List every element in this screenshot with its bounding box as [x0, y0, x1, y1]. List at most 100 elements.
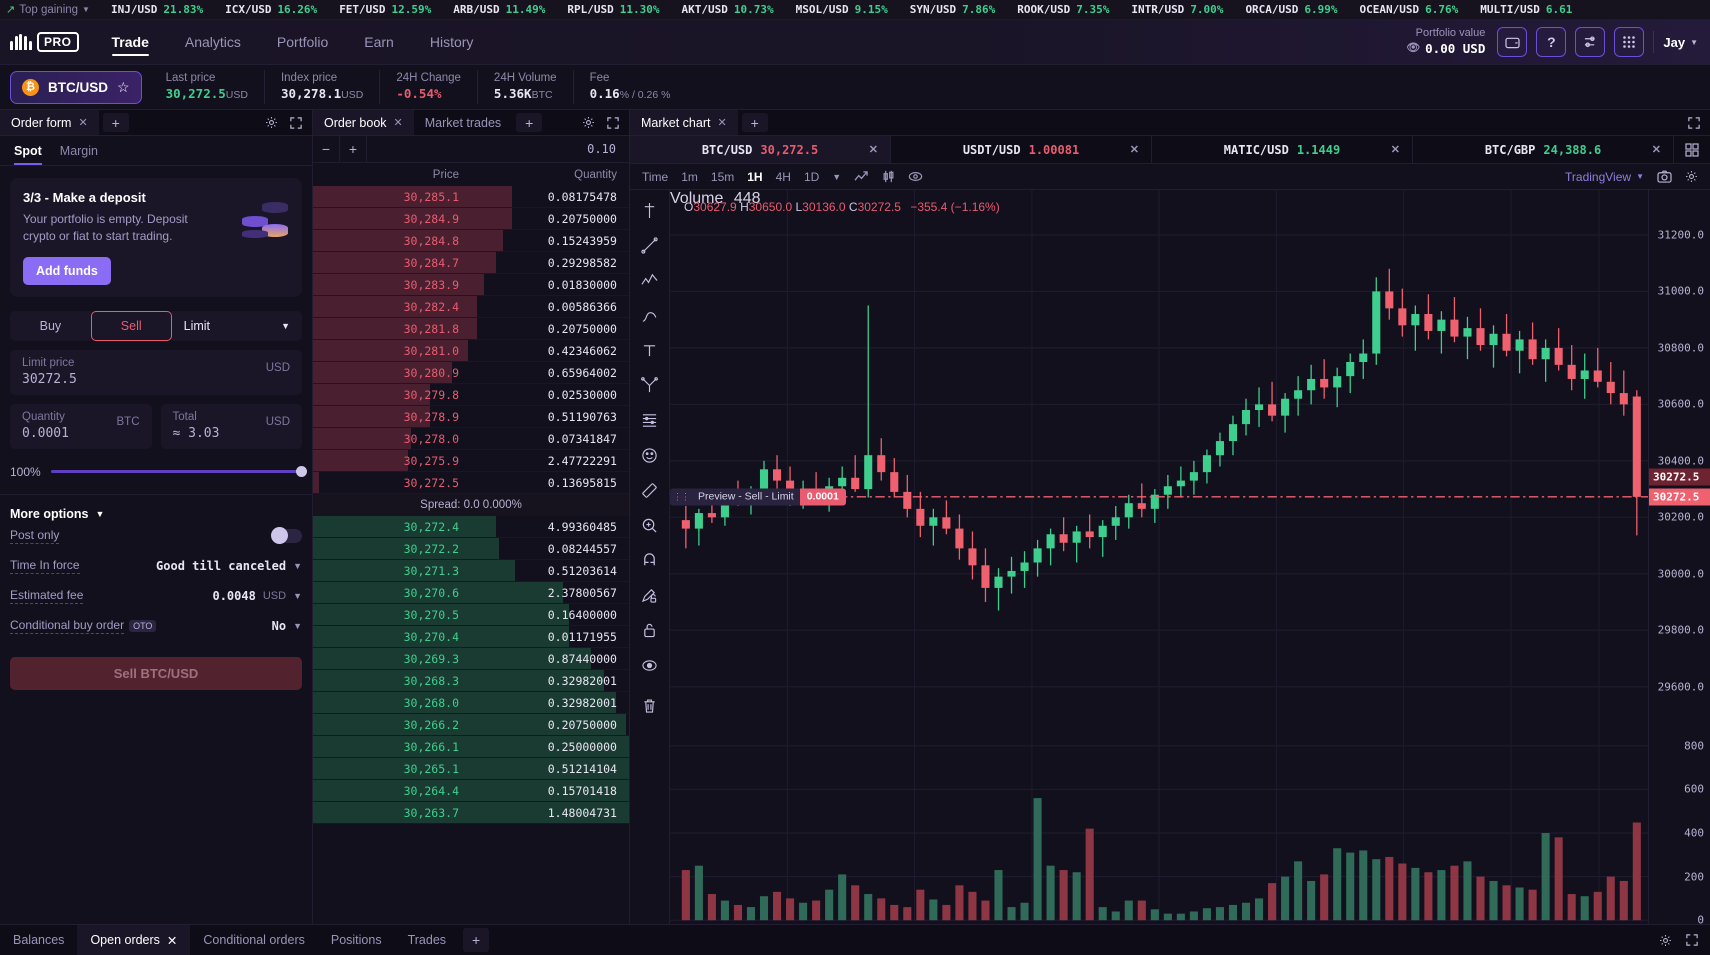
order-book-row[interactable]: 30,268.3 0.32982001 [313, 670, 629, 692]
tab-order-form[interactable]: Order form ✕ [0, 110, 99, 135]
add-funds-button[interactable]: Add funds [23, 256, 111, 285]
subtab-spot[interactable]: Spot [14, 136, 42, 165]
nav-item-portfolio[interactable]: Portfolio [260, 20, 345, 64]
chart-pair-tab[interactable]: MATIC/USD 1.1449 ✕ [1152, 136, 1413, 163]
ticker-item[interactable]: INJ/USD 21.83% [100, 3, 214, 16]
ticker-item[interactable]: INTR/USD 7.00% [1120, 3, 1234, 16]
order-book-row[interactable]: 30,266.2 0.20750000 [313, 714, 629, 736]
order-book-row[interactable]: 30,278.9 0.51190763 [313, 406, 629, 428]
post-only-toggle[interactable] [271, 526, 302, 544]
hide-drawings-icon[interactable] [636, 651, 664, 679]
ticker-item[interactable]: MSOL/USD 9.15% [785, 3, 899, 16]
ticker-item[interactable]: RPL/USD 11.30% [556, 3, 670, 16]
wallet-icon[interactable] [1497, 27, 1528, 57]
chevron-down-icon[interactable]: ▼ [293, 621, 302, 631]
fib-retracement-icon[interactable] [636, 406, 664, 434]
bottom-tab-balances[interactable]: Balances [0, 925, 77, 955]
quantity-field[interactable]: Quantity 0.0001 BTC [10, 403, 152, 449]
settings-sliders-icon[interactable] [1575, 27, 1606, 57]
chart-pair-tab[interactable]: BTC/GBP 24,388.6 ✕ [1413, 136, 1674, 163]
order-book-row[interactable]: 30,270.5 0.16400000 [313, 604, 629, 626]
timeframe-1H[interactable]: 1H [747, 170, 762, 184]
gear-icon[interactable] [265, 116, 278, 129]
order-book-row[interactable]: 30,268.0 0.32982001 [313, 692, 629, 714]
order-book-row[interactable]: 30,284.9 0.20750000 [313, 208, 629, 230]
gear-icon[interactable] [582, 116, 595, 129]
close-icon[interactable]: ✕ [1130, 143, 1139, 156]
nav-item-trade[interactable]: Trade [95, 20, 166, 64]
nav-item-analytics[interactable]: Analytics [168, 20, 258, 64]
tab-market-chart[interactable]: Market chart ✕ [630, 110, 738, 135]
order-book-row[interactable]: 30,282.4 0.00586366 [313, 296, 629, 318]
chevron-down-icon[interactable]: ▼ [293, 591, 302, 601]
ticker-item[interactable]: AKT/USD 10.73% [671, 3, 785, 16]
add-tab-button[interactable]: + [516, 113, 543, 132]
bottom-tab-trades[interactable]: Trades [395, 925, 459, 955]
ticker-item[interactable]: ICX/USD 16.26% [214, 3, 328, 16]
order-book-row[interactable]: 30,275.9 2.47722291 [313, 450, 629, 472]
quantity-slider[interactable] [50, 466, 307, 478]
timeframe-15m[interactable]: 15m [711, 170, 734, 184]
submit-order-button[interactable]: Sell BTC/USD [10, 656, 302, 690]
user-menu[interactable]: Jay ▼ [1663, 35, 1698, 50]
close-icon[interactable]: ✕ [167, 933, 177, 948]
magnet-icon[interactable] [636, 546, 664, 574]
bottom-tab-conditional-orders[interactable]: Conditional orders [190, 925, 317, 955]
brush-icon[interactable] [636, 301, 664, 329]
ticker-item[interactable]: OCEAN/USD 6.76% [1349, 3, 1470, 16]
order-book-row[interactable]: 30,272.5 0.13695815 [313, 472, 629, 494]
timeframe-1D[interactable]: 1D [804, 170, 819, 184]
draw-lock-icon[interactable] [636, 581, 664, 609]
close-icon[interactable]: ✕ [78, 116, 87, 129]
kraken-pro-logo[interactable]: PRO [0, 32, 95, 52]
eye-icon[interactable]: 👁 [1406, 42, 1420, 56]
nav-item-earn[interactable]: Earn [347, 20, 411, 64]
order-book-row[interactable]: 30,283.9 0.01830000 [313, 274, 629, 296]
order-type-select[interactable]: Limit ▼ [171, 310, 303, 341]
pair-tabs-grid-icon[interactable] [1674, 136, 1710, 163]
more-options-toggle[interactable]: More options ▼ [0, 495, 312, 521]
order-book-row[interactable]: 30,270.6 2.37800567 [313, 582, 629, 604]
add-tab-button[interactable]: + [102, 113, 129, 132]
chevron-down-icon[interactable]: ▼ [293, 561, 302, 571]
candlestick-icon[interactable] [882, 170, 895, 183]
camera-icon[interactable] [1657, 170, 1672, 183]
gear-icon[interactable] [1685, 170, 1698, 183]
quantity-input[interactable]: 0.0001 [22, 426, 140, 441]
ticker-item[interactable]: ORCA/USD 6.99% [1234, 3, 1348, 16]
order-book-row[interactable]: 30,264.4 0.15701418 [313, 780, 629, 802]
order-book-row[interactable]: 30,271.3 0.51203614 [313, 560, 629, 582]
ticker-item[interactable]: ROOK/USD 7.35% [1006, 3, 1120, 16]
favorite-star-icon[interactable]: ☆ [117, 79, 130, 96]
tradingview-selector[interactable]: TradingView ▼ [1565, 170, 1644, 184]
order-book-row[interactable]: 30,269.3 0.87440000 [313, 648, 629, 670]
order-book-row[interactable]: 30,281.0 0.42346062 [313, 340, 629, 362]
nav-item-history[interactable]: History [413, 20, 491, 64]
total-field[interactable]: Total ≈ 3.03 USD [160, 403, 302, 449]
order-book-row[interactable]: 30,284.8 0.15243959 [313, 230, 629, 252]
close-icon[interactable]: ✕ [1652, 143, 1661, 156]
order-option-row[interactable]: Post only [0, 521, 312, 551]
close-icon[interactable]: ✕ [1391, 143, 1400, 156]
limit-price-field[interactable]: Limit price 30272.5 USD [10, 349, 302, 395]
add-tab-button[interactable]: + [741, 113, 768, 132]
order-option-row[interactable]: Estimated fee 0.0048 USD ▼ [0, 581, 312, 611]
order-book-row[interactable]: 30,279.8 0.02530000 [313, 384, 629, 406]
trash-icon[interactable] [636, 692, 664, 720]
close-icon[interactable]: ✕ [717, 116, 726, 129]
market-pair-selector[interactable]: ₿ BTC/USD ☆ [10, 70, 142, 104]
increase-grouping-button[interactable]: + [340, 135, 367, 163]
ticker-item[interactable]: MULTI/USD 6.61 [1469, 3, 1583, 16]
order-book-row[interactable]: 30,266.1 0.25000000 [313, 736, 629, 758]
order-book-row[interactable]: 30,265.1 0.51214104 [313, 758, 629, 780]
ticker-item[interactable]: ARB/USD 11.49% [442, 3, 556, 16]
order-book-row[interactable]: 30,272.4 4.99360485 [313, 516, 629, 538]
decrease-grouping-button[interactable]: − [313, 135, 340, 163]
sell-button[interactable]: Sell [90, 310, 172, 341]
timeframe-4H[interactable]: 4H [776, 170, 791, 184]
bottom-tab-positions[interactable]: Positions [318, 925, 395, 955]
chart-canvas-area[interactable]: O30627.9 H30650.0 L30136.0 C30272.5 −355… [670, 190, 1648, 950]
order-book-row[interactable]: 30,285.1 0.08175478 [313, 186, 629, 208]
expand-icon[interactable] [290, 116, 302, 129]
apps-grid-icon[interactable] [1614, 27, 1645, 57]
